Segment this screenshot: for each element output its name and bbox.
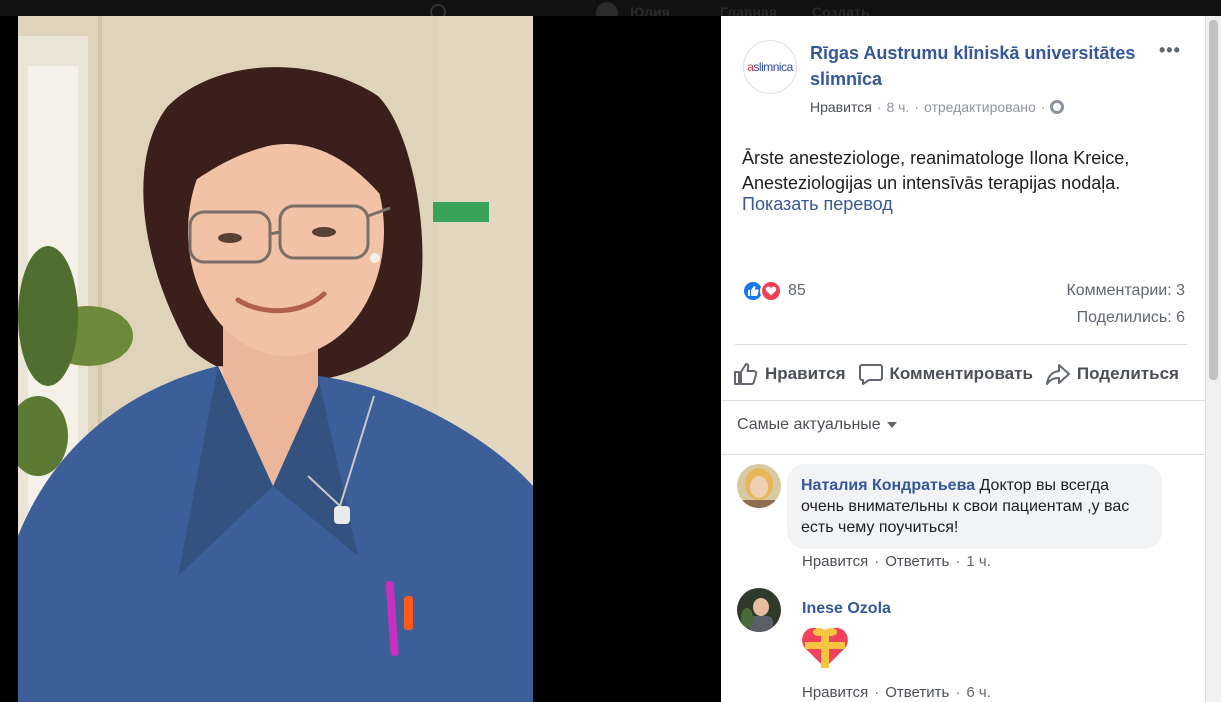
- love-reaction-icon: [760, 280, 782, 302]
- sort-label: Самые актуальные: [737, 416, 881, 433]
- like-button[interactable]: Нравится: [733, 360, 848, 388]
- globe-icon[interactable]: [1050, 100, 1065, 114]
- separator-dot: ·: [955, 684, 961, 701]
- share-button[interactable]: Поделиться: [1045, 360, 1181, 388]
- gift-heart-icon: [801, 624, 849, 670]
- scrollbar-thumb[interactable]: [1209, 20, 1218, 380]
- separator-dot: ·: [876, 99, 882, 115]
- meta-like-link[interactable]: Нравится: [810, 99, 872, 115]
- post-details-panel: aslimnica Rīgas Austrumu klīniskā univer…: [721, 16, 1205, 702]
- divider: [721, 400, 1205, 401]
- comments-count-link[interactable]: Комментарии: 3: [1066, 282, 1185, 300]
- doctor-portrait-image: [18, 16, 533, 702]
- divider: [735, 344, 1187, 345]
- comment-sort-dropdown[interactable]: Самые актуальные: [737, 416, 897, 434]
- page-avatar[interactable]: aslimnica: [743, 40, 797, 94]
- comment-author-link[interactable]: Inese Ozola: [802, 600, 891, 618]
- share-arrow-icon: [1045, 362, 1071, 386]
- comment-button-label: Комментировать: [889, 364, 1033, 383]
- comment-like-link[interactable]: Нравится: [802, 684, 868, 701]
- comment-reply-link[interactable]: Ответить: [885, 553, 949, 570]
- comment-like-link[interactable]: Нравится: [802, 553, 868, 570]
- separator-dot: ·: [874, 553, 880, 570]
- reaction-count: 85: [788, 282, 806, 299]
- post-timestamp[interactable]: 8 ч.: [886, 99, 909, 115]
- post-text: Ārste anesteziologe, reanimatologe Ilona…: [742, 146, 1192, 196]
- create-link[interactable]: Создать: [812, 4, 870, 16]
- post-text-line: Ārste anesteziologe, reanimatologe Ilona…: [742, 148, 1130, 168]
- page-name-link[interactable]: Rīgas Austrumu klīniskā universitātes sl…: [810, 40, 1160, 92]
- post-text-line: Anesteziologijas un intensīvās terapijas…: [742, 173, 1121, 193]
- reactions-summary[interactable]: 85: [742, 280, 806, 302]
- comment-timestamp[interactable]: 1 ч.: [966, 553, 991, 570]
- search-icon[interactable]: [430, 4, 446, 16]
- separator-dot: ·: [955, 553, 961, 570]
- commenter-avatar[interactable]: [737, 588, 781, 632]
- separator-dot: ·: [914, 99, 919, 115]
- commenter-avatar[interactable]: [737, 464, 781, 508]
- thumbs-up-icon: [733, 362, 759, 386]
- divider: [721, 454, 1205, 455]
- show-translation-link[interactable]: Показать перевод: [742, 194, 893, 215]
- shares-count-link[interactable]: Поделились: 6: [1077, 309, 1185, 327]
- comment-author-link[interactable]: Наталия Кондратьева: [801, 477, 975, 494]
- caret-down-icon: [886, 422, 897, 428]
- comment-bubble-icon: [858, 362, 884, 386]
- edited-label[interactable]: отредактировано: [924, 99, 1036, 115]
- comment-timestamp[interactable]: 6 ч.: [966, 684, 991, 701]
- home-link[interactable]: Главная: [720, 4, 777, 16]
- panel-scrollbar[interactable]: [1205, 16, 1221, 702]
- page-logo-text: aslimnica: [747, 60, 793, 74]
- user-avatar[interactable]: [596, 2, 618, 16]
- share-button-label: Поделиться: [1076, 364, 1179, 383]
- more-options-icon[interactable]: •••: [1159, 40, 1181, 61]
- like-button-label: Нравится: [765, 364, 846, 383]
- user-name-link[interactable]: Юлия: [630, 4, 670, 16]
- comment-bubble: Наталия Кондратьева Доктор вы всегда оче…: [787, 464, 1162, 549]
- comment-actions: Нравится · Ответить · 1 ч.: [802, 553, 991, 570]
- top-navigation-bar: Юлия Главная Создать: [0, 0, 1221, 16]
- separator-dot: ·: [874, 684, 880, 701]
- comment-reply-link[interactable]: Ответить: [885, 684, 949, 701]
- post-photo[interactable]: [18, 16, 533, 702]
- separator-dot: ·: [1040, 99, 1046, 115]
- comment-button[interactable]: Комментировать: [858, 360, 1035, 388]
- post-actions: Нравится Комментировать Поделиться: [733, 360, 1181, 388]
- comment-actions: Нравится · Ответить · 6 ч.: [802, 684, 991, 701]
- post-meta: Нравится · 8 ч. · отредактировано ·: [810, 99, 1065, 115]
